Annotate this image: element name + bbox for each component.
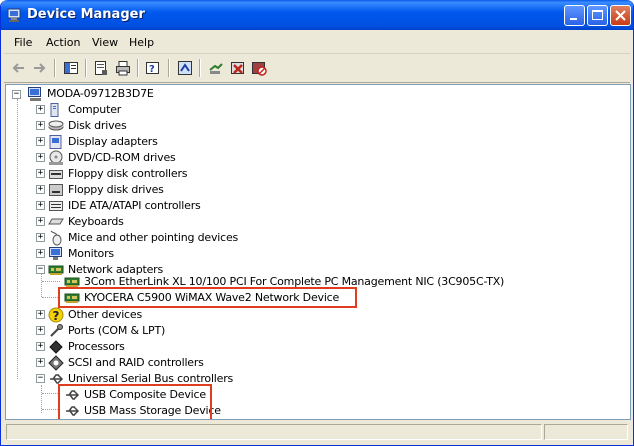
monitor-icon [49,247,62,260]
category-label: Floppy disk controllers [68,167,188,180]
floppy-controller-icon [49,170,63,179]
expand-toggle[interactable]: + [36,249,45,258]
toolbar: ? [4,54,630,83]
toolbar-separator [199,59,201,77]
tree-line [42,281,60,282]
category-label: Disk drives [68,119,127,132]
expand-toggle[interactable]: + [36,217,45,226]
collapse-toggle[interactable]: − [36,265,45,274]
minimize-button[interactable] [564,5,585,26]
category-label: Ports (COM & LPT) [68,324,166,337]
computer-icon [28,87,41,101]
expand-toggle[interactable]: + [36,358,45,367]
cd-drive-icon [49,150,63,165]
disable-icon[interactable] [251,60,267,76]
tree-line [41,273,42,297]
expand-toggle[interactable]: + [36,233,45,242]
expand-toggle[interactable]: + [36,342,45,351]
scan-hardware-icon[interactable] [177,60,193,76]
category-label: Floppy disk drives [68,183,164,196]
ide-controller-icon [49,201,63,211]
back-arrow-icon[interactable] [11,60,27,76]
menu-help[interactable]: Help [129,36,154,49]
menu-action[interactable]: Action [46,36,80,49]
menu-file[interactable]: File [14,36,32,49]
tree-line [17,99,18,379]
category-label: Display adapters [68,135,158,148]
svg-text:?: ? [149,64,155,75]
properties-icon[interactable] [93,60,109,76]
show-hide-tree-icon[interactable] [63,60,79,76]
category-label: Mice and other pointing devices [68,231,239,244]
toolbar-separator [168,59,170,77]
update-driver-icon[interactable] [208,60,224,76]
category-label: DVD/CD-ROM drives [68,151,176,164]
device-manager-icon [7,8,21,22]
expand-toggle[interactable]: + [36,326,45,335]
computer-name: MODA-09712B3D7E [47,87,154,100]
category-label: Monitors [68,247,114,260]
mouse-icon [50,230,62,246]
port-icon [50,324,63,337]
category-label: Other devices [68,308,142,321]
collapse-toggle[interactable]: − [12,90,21,99]
expand-toggle[interactable]: + [36,310,45,319]
expand-toggle[interactable]: + [36,201,45,210]
help-icon[interactable]: ? [145,60,161,76]
print-icon[interactable] [115,60,131,76]
keyboard-icon [48,218,64,225]
maximize-button[interactable] [587,5,608,26]
status-pane-secondary [544,424,628,440]
toolbar-separator [54,59,56,77]
expand-toggle[interactable]: + [36,105,45,114]
category-label: Keyboards [68,215,124,228]
disk-drive-icon [48,120,64,131]
menu-bar: File Action View Help [4,31,630,54]
scsi-controller-icon [48,355,64,371]
maximize-icon [592,10,603,20]
highlight-box-network-device [58,287,357,308]
device-tree-pane[interactable]: − MODA-09712B3D7E + Computer + Disk driv… [5,84,631,420]
category-label: SCSI and RAID controllers [68,356,204,369]
expand-toggle[interactable]: + [36,185,45,194]
category-label: Computer [68,103,122,116]
device-manager-window: Device Manager File Action View Help ? −… [0,0,634,446]
processor-icon [49,340,63,354]
uninstall-icon[interactable] [230,60,246,76]
collapse-toggle[interactable]: − [36,374,45,383]
expand-toggle[interactable]: + [36,121,45,130]
close-icon [615,10,626,21]
toolbar-separator [85,59,87,77]
close-button[interactable] [610,5,631,26]
window-title: Device Manager [27,7,145,22]
computer-icon [50,103,59,117]
unknown-device-icon: ? [48,307,64,323]
expand-toggle[interactable]: + [36,153,45,162]
status-pane-main [6,424,542,440]
category-label: Processors [68,340,125,353]
expand-toggle[interactable]: + [36,169,45,178]
status-bar [4,422,630,442]
floppy-drive-icon [49,184,63,196]
display-adapter-icon [49,135,62,149]
minimize-icon [570,18,577,20]
forward-arrow-icon[interactable] [31,60,47,76]
svg-text:?: ? [53,309,60,323]
expand-toggle[interactable]: + [36,137,45,146]
highlight-box-usb-devices [58,384,212,419]
toolbar-separator [137,59,139,77]
menu-view[interactable]: View [92,36,118,49]
category-label: IDE ATA/ATAPI controllers [68,199,201,212]
network-adapter-icon [48,265,64,275]
title-bar[interactable]: Device Manager [1,0,633,30]
